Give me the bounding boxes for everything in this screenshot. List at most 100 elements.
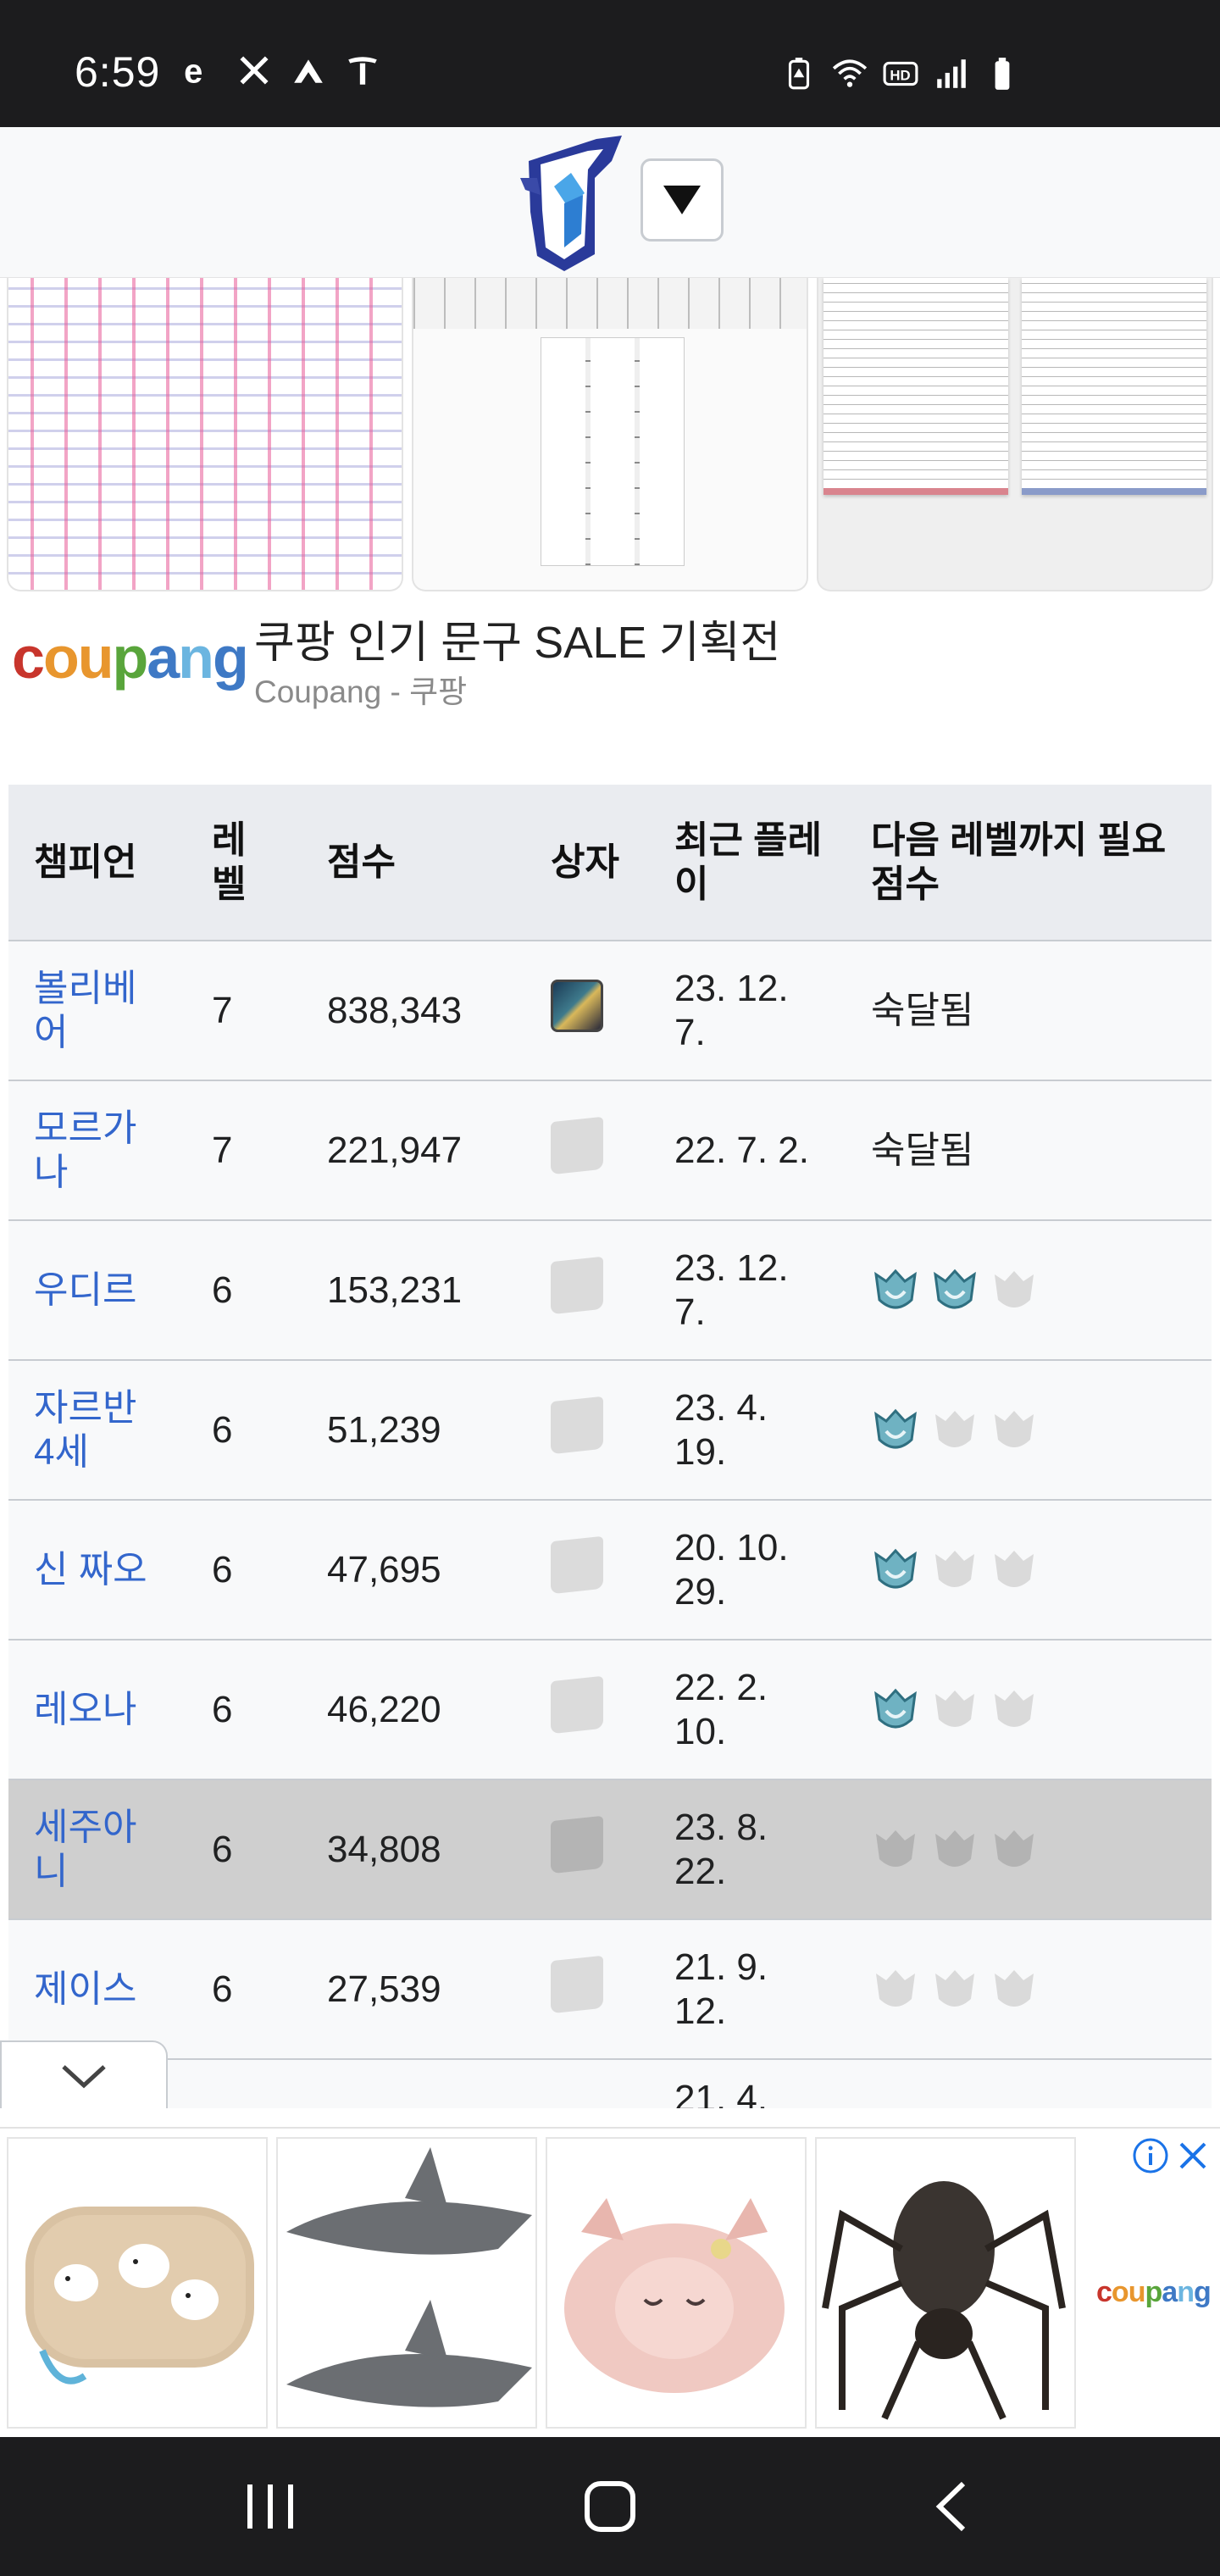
- last-played-value: 22. 2. 10.: [674, 1666, 768, 1752]
- needed-points-cell: [846, 1360, 1212, 1501]
- spider-toy-image: [822, 2181, 1066, 2420]
- score-cell: 27,539: [302, 1919, 525, 2060]
- back-button[interactable]: [905, 2473, 998, 2540]
- chest-empty-icon: [551, 1116, 603, 1174]
- mastery-token-row: [871, 1825, 1212, 1874]
- site-logo-icon[interactable]: [503, 127, 630, 275]
- collapse-toggle-button[interactable]: [0, 2040, 168, 2108]
- close-icon[interactable]: [1176, 2139, 1210, 2173]
- mastery-token-row: [871, 1965, 1212, 2014]
- svg-text:e: e: [184, 53, 202, 88]
- champion-link[interactable]: 세주아니: [34, 1806, 161, 1894]
- champion-cell: 자르반 4세: [8, 1360, 186, 1501]
- table-row: 세주아니 6 34,808 23. 8. 22.: [8, 1779, 1212, 1920]
- header-menu-button[interactable]: [640, 158, 724, 242]
- level-cell: 6: [186, 1919, 302, 2060]
- mastery-token-icon: [874, 1269, 917, 1308]
- mastery-token-empty-icon: [935, 1550, 974, 1587]
- ad-title[interactable]: 쿠팡 인기 문구 SALE 기획전: [254, 607, 780, 670]
- header-champion: 챔피언: [8, 785, 186, 941]
- home-button[interactable]: [563, 2473, 657, 2540]
- top-ad-banner[interactable]: coupang 쿠팡 인기 문구 SALE 기획전 Coupang - 쿠팡: [0, 278, 1220, 736]
- mastery-token-empty-icon: [995, 1550, 1034, 1587]
- score-cell: 221,947: [302, 1080, 525, 1221]
- table-row: 우디르 6 153,231 23. 12. 7.: [8, 1220, 1212, 1361]
- table-row: 자르반 4세 6 51,239 23. 4. 19.: [8, 1360, 1212, 1501]
- champion-link[interactable]: 제이스: [34, 1968, 161, 2012]
- ad-product-pig-figure[interactable]: [546, 2137, 807, 2429]
- brand-letter: u: [77, 625, 114, 691]
- ad-product-image-2[interactable]: [412, 278, 808, 591]
- champion-cell: 레오나: [8, 1640, 186, 1780]
- champion-cell: 세주아니: [8, 1779, 186, 1920]
- ad-product-pencil-case[interactable]: [7, 2137, 268, 2429]
- score-cell: 51,239: [302, 1360, 525, 1501]
- last-played-cell: 23. 8. 22.: [649, 1779, 846, 1920]
- last-played-value: 22. 7. 2.: [674, 1129, 810, 1171]
- score-cell: 47,695: [302, 1500, 525, 1641]
- champion-link[interactable]: 모르가나: [34, 1107, 161, 1195]
- header-last-played: 최근 플레이: [649, 785, 846, 941]
- mastery-token-empty-icon: [935, 1410, 974, 1447]
- table-row: 신 짜오 6 47,695 20. 10. 29.: [8, 1500, 1212, 1641]
- brand-letter: o: [1111, 2276, 1129, 2308]
- ad-product-image-1[interactable]: [7, 278, 403, 591]
- needed-points-cell: [846, 1220, 1212, 1361]
- needed-points-cell: 숙달됨: [846, 941, 1212, 1081]
- chest-empty-icon: [551, 1815, 603, 1874]
- mountain-icon: [294, 59, 323, 83]
- battery-saver-icon: [788, 58, 810, 90]
- mastery-token-icon: [934, 1269, 976, 1308]
- mastery-token-empty-icon: [876, 1829, 915, 1867]
- chest-empty-icon: [551, 1955, 603, 2013]
- pencil-case-image: [25, 2207, 254, 2384]
- mastery-token-empty-icon: [995, 1410, 1034, 1447]
- bottom-ad-banner[interactable]: coupang: [0, 2127, 1220, 2439]
- champion-link[interactable]: 레오나: [34, 1688, 161, 1732]
- champion-link[interactable]: 신 짜오: [34, 1548, 161, 1592]
- brand-letter: g: [1193, 2276, 1212, 2308]
- brand-letter: n: [1177, 2276, 1195, 2308]
- mastery-token-empty-icon: [935, 1829, 974, 1867]
- champion-link[interactable]: 자르반 4세: [34, 1386, 161, 1474]
- mastery-token-row: [871, 1266, 1212, 1315]
- coupang-logo[interactable]: coupang: [12, 624, 249, 691]
- mastery-token-icon: [874, 1688, 917, 1728]
- status-system-icons: HD: [781, 56, 1020, 92]
- tesla-icon: [348, 57, 377, 85]
- info-icon[interactable]: [1132, 2137, 1169, 2174]
- needed-points-cell: [846, 1779, 1212, 1920]
- last-played-value: 23. 8. 22.: [674, 1806, 768, 1892]
- ad-product-image-3[interactable]: [817, 278, 1213, 591]
- header-level: 레벨: [186, 785, 302, 941]
- recent-apps-button[interactable]: [224, 2473, 317, 2540]
- level-cell: 7: [186, 941, 302, 1081]
- needed-points-cell: [846, 1500, 1212, 1641]
- ad-product-spider-toy[interactable]: [815, 2137, 1076, 2429]
- last-played-cell: 23. 12. 7.: [649, 941, 846, 1081]
- wifi-icon: [832, 59, 868, 87]
- mastery-token-empty-icon: [995, 1829, 1034, 1867]
- champion-mastery-table: 챔피언 레벨 점수 상자 최근 플레이 다음 레벨까지 필요 점수 볼리베어 7 8…: [8, 785, 1212, 2200]
- header-level-label: 레벨: [212, 819, 247, 905]
- level-cell: 6: [186, 1500, 302, 1641]
- table-row: 모르가나 7 221,947 22. 7. 2. 숙달됨: [8, 1080, 1212, 1221]
- champion-link[interactable]: 볼리베어: [34, 967, 161, 1055]
- mastery-token-icon: [874, 1408, 917, 1448]
- champion-link[interactable]: 우디르: [34, 1269, 161, 1313]
- ad-image-detail: [541, 337, 685, 566]
- last-played-cell: 21. 9. 12.: [649, 1919, 846, 2060]
- ad-subtitle: Coupang - 쿠팡: [254, 675, 468, 709]
- dropdown-triangle-icon: [663, 186, 701, 214]
- brand-letter: p: [1145, 2276, 1162, 2308]
- chest-obtained-icon: [551, 979, 603, 1032]
- champion-cell: 볼리베어: [8, 941, 186, 1081]
- ad-product-shark-bookmark[interactable]: [276, 2137, 537, 2429]
- coupang-logo-small[interactable]: coupang: [1096, 2276, 1212, 2309]
- chest-cell: [525, 1640, 649, 1780]
- brand-letter: p: [112, 625, 148, 691]
- header-needed-points: 다음 레벨까지 필요 점수: [846, 785, 1212, 941]
- last-played-value: 23. 12. 7.: [674, 1246, 789, 1333]
- champion-cell: 모르가나: [8, 1080, 186, 1221]
- battery-icon: [995, 58, 1010, 90]
